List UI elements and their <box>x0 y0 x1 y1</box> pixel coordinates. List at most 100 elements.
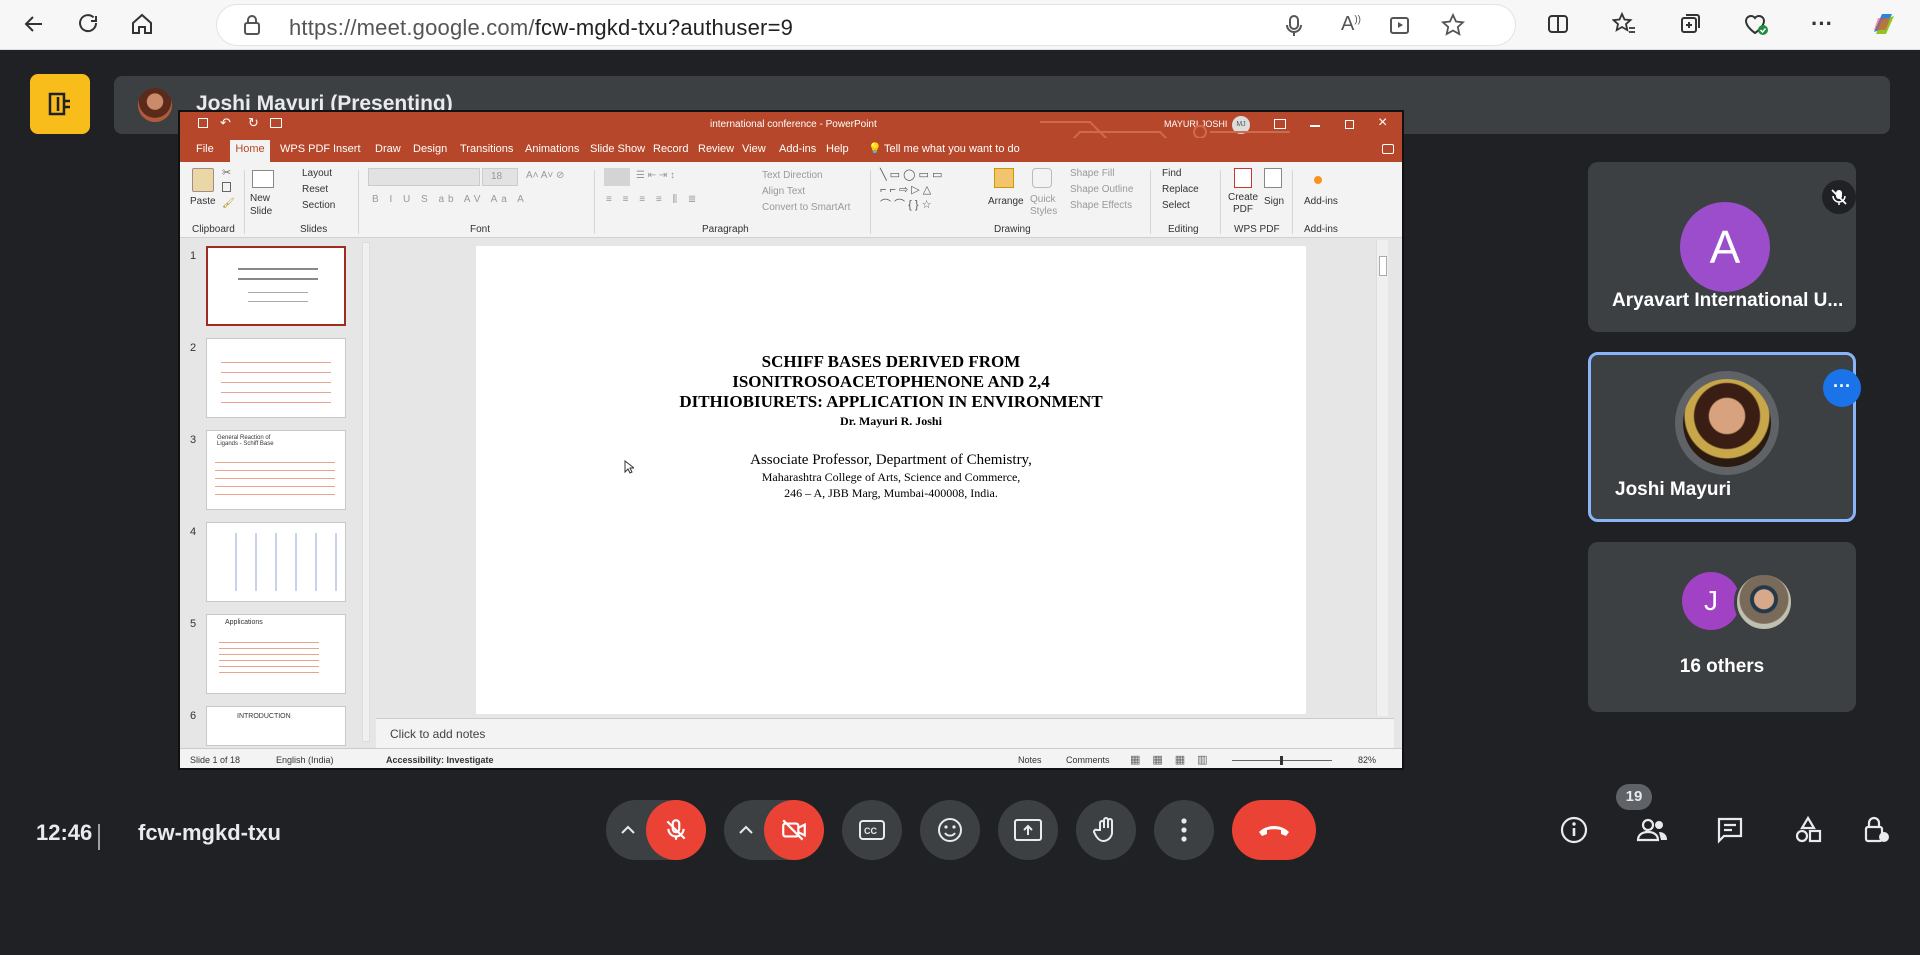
save-icon <box>198 118 208 128</box>
camera-button[interactable] <box>764 800 824 860</box>
favorite-star-icon[interactable] <box>1441 13 1465 37</box>
redo-icon: ↻ <box>248 115 259 130</box>
paragraph-icons: ☰ ⇤ ⇥ ↕ <box>636 170 676 181</box>
hand-icon <box>1093 817 1114 843</box>
slide-thumbnail: Applications <box>206 614 346 694</box>
chat-button[interactable] <box>1710 810 1750 850</box>
slide-scrollbar <box>1376 240 1388 716</box>
leave-call-button[interactable] <box>1232 800 1316 860</box>
thumbnail-text-lines <box>248 292 308 302</box>
slide-thumbnail <box>206 522 346 602</box>
ribbon-separator <box>244 170 245 234</box>
group-paragraph: Paragraph <box>702 224 749 235</box>
lock-icon[interactable] <box>243 15 261 35</box>
cut-icon: ✂ <box>222 167 232 179</box>
lock-person-icon <box>1864 816 1889 843</box>
slide-number: 6 <box>190 710 197 722</box>
slide-number: 3 <box>190 434 197 446</box>
slide-number: 2 <box>190 342 197 354</box>
address-bar[interactable]: https://meet.google.com/fcw-mgkd-txu?aut… <box>216 4 1516 46</box>
browser-essentials-icon[interactable] <box>1738 6 1774 42</box>
door-icon <box>48 92 70 116</box>
arrange-icon <box>994 168 1014 188</box>
ribbon-separator <box>358 170 359 234</box>
more-options-icon[interactable]: ··· <box>1804 6 1840 42</box>
tell-me-box: Tell me what you want to do <box>884 143 1020 155</box>
microphone-icon[interactable] <box>1285 15 1303 37</box>
find-button: Find <box>1162 168 1182 179</box>
more-options-button[interactable] <box>1154 800 1214 860</box>
group-add-ins: Add-ins <box>1304 224 1338 235</box>
captions-button[interactable]: CC <box>842 800 902 860</box>
presenter-avatar <box>138 88 172 122</box>
favorites-icon[interactable] <box>1606 6 1642 42</box>
shared-powerpoint-window: ↶ ↻ international conference - PowerPoin… <box>178 110 1404 770</box>
select-button: Select <box>1162 200 1190 211</box>
collections-icon[interactable] <box>1672 6 1708 42</box>
tab-review: Review <box>698 143 735 155</box>
hang-up-icon <box>1259 826 1289 836</box>
thumbnail-text-lines <box>238 268 318 280</box>
more-vert-icon <box>1181 818 1187 842</box>
microphone-button[interactable] <box>646 800 706 860</box>
refresh-icon[interactable] <box>70 6 106 42</box>
bullets-icon <box>604 168 630 186</box>
present-icon <box>270 118 282 128</box>
convert-smartart-button: Convert to SmartArt <box>762 202 851 213</box>
people-button[interactable] <box>1632 810 1672 850</box>
meeting-code: fcw-mgkd-txu <box>138 820 281 845</box>
tab-transitions: Transitions <box>460 143 514 155</box>
leave-presentation-button[interactable] <box>30 74 90 134</box>
status-zoom: 82% <box>1358 755 1377 765</box>
thumbnail-text-lines <box>221 353 331 403</box>
others-tile[interactable]: J 16 others <box>1588 542 1856 712</box>
audio-options-chevron-icon[interactable] <box>616 818 640 842</box>
shape-fill-button: Shape Fill <box>1070 168 1115 179</box>
slide-thumbnail <box>206 338 346 418</box>
raise-hand-button[interactable] <box>1076 800 1136 860</box>
meeting-details-button[interactable] <box>1554 810 1594 850</box>
lightbulb-icon: 💡 <box>868 143 882 155</box>
more-options-button[interactable]: ··· <box>1823 369 1861 407</box>
split-screen-icon[interactable] <box>1540 6 1576 42</box>
activities-button[interactable] <box>1788 810 1828 850</box>
tab-design: Design <box>413 143 448 155</box>
new-slide-icon <box>252 170 274 188</box>
shape-outline-button: Shape Outline <box>1070 184 1134 195</box>
present-now-button[interactable] <box>998 800 1058 860</box>
group-clipboard: Clipboard <box>192 224 235 235</box>
ribbon-separator <box>1220 170 1221 234</box>
scroll-thumb <box>1379 256 1387 276</box>
participant-tile-active[interactable]: ··· Joshi Mayuri <box>1588 352 1861 522</box>
meeting-clock: 12:46 <box>36 820 93 845</box>
video-icon[interactable] <box>1389 15 1413 37</box>
back-icon[interactable] <box>16 6 52 42</box>
addins-label: Add-ins <box>1304 196 1338 207</box>
shapes-icon <box>1795 815 1822 843</box>
reactions-button[interactable] <box>920 800 980 860</box>
font-style-icons: B I U S ab AV Aa A <box>372 194 528 205</box>
url-text[interactable]: https://meet.google.com/fcw-mgkd-txu?aut… <box>289 15 793 41</box>
zoom-thumb <box>1280 756 1283 765</box>
ppt-status-bar: Slide 1 of 18 English (India) Accessibil… <box>180 748 1402 768</box>
ribbon-separator <box>1292 170 1293 234</box>
participant-avatar-photo <box>1734 572 1794 632</box>
video-options-chevron-icon[interactable] <box>734 818 758 842</box>
font-grow-shrink-icons: A˄ A˅ ⊘ <box>526 170 565 181</box>
slide-thumbnail <box>206 246 346 326</box>
participant-tile[interactable]: A Aryavart International U... <box>1588 162 1856 332</box>
thumbnail-scrollbar <box>362 242 370 742</box>
present-screen-icon <box>1014 819 1042 841</box>
slide-thumbnail: General Reaction of Ligands - Schiff Bas… <box>206 430 346 510</box>
replace-button: Replace <box>1162 184 1199 195</box>
tab-home: Home <box>230 140 270 162</box>
ribbon-separator <box>594 170 595 234</box>
copilot-icon[interactable] <box>1866 6 1902 42</box>
status-notes: Notes <box>1018 755 1042 765</box>
thumbnail-title: General Reaction of Ligands - Schiff Bas… <box>217 435 274 447</box>
read-aloud-icon[interactable]: A)) <box>1341 13 1361 36</box>
host-controls-button[interactable] <box>1856 810 1896 850</box>
status-slide-count: Slide 1 of 18 <box>190 755 241 765</box>
home-icon[interactable] <box>124 6 160 42</box>
tab-draw: Draw <box>375 143 401 155</box>
